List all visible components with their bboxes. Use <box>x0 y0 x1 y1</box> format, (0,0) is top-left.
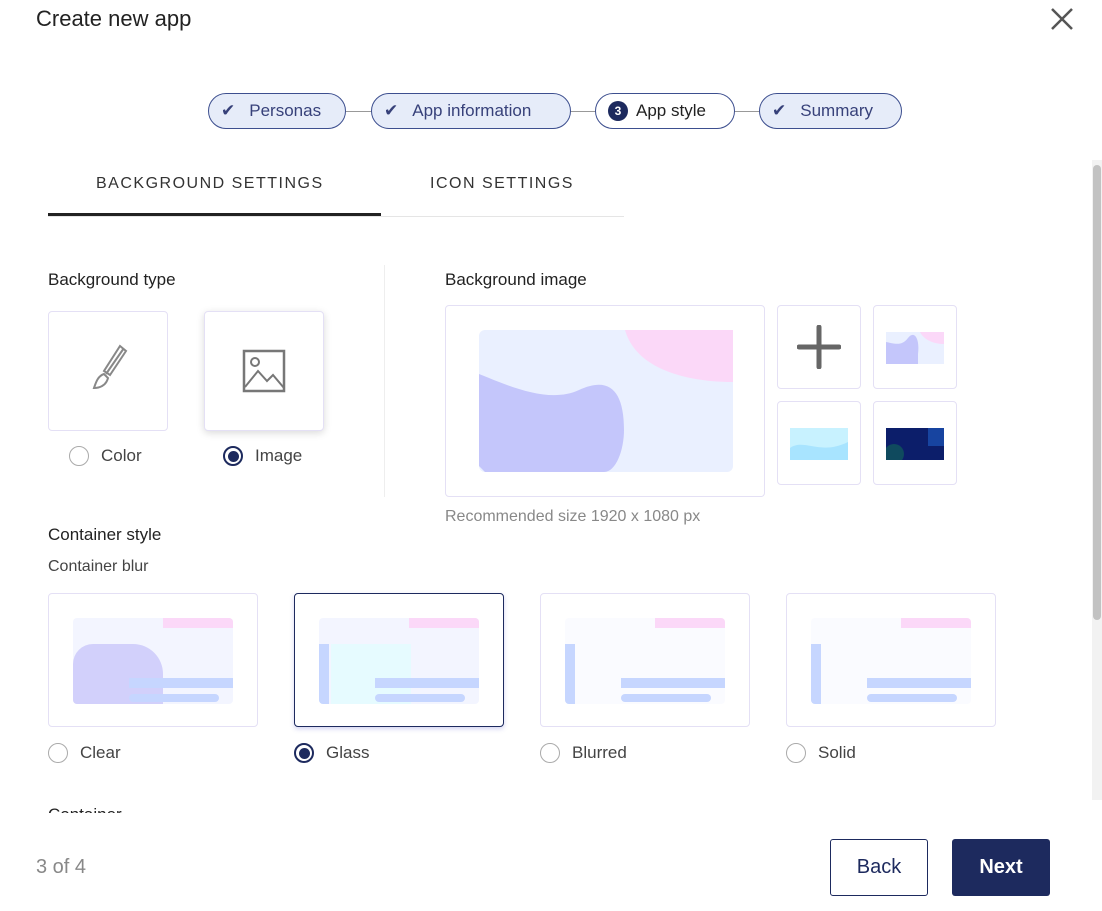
close-icon[interactable] <box>1048 5 1076 33</box>
radio-circle[interactable] <box>786 743 806 763</box>
check-icon: ✔ <box>772 101 787 120</box>
radio-label: Solid <box>818 743 856 762</box>
step-app-information[interactable]: ✔ App information <box>371 93 571 129</box>
step-number: 3 <box>608 101 628 121</box>
step-label: Personas <box>249 101 322 120</box>
glass-style-tile[interactable] <box>294 593 504 727</box>
radio-circle[interactable] <box>223 446 243 466</box>
radio-circle[interactable] <box>69 446 89 466</box>
clipped-heading: Container <box>48 800 248 813</box>
container-style-heading: Container style <box>48 525 162 544</box>
active-tab-indicator <box>48 213 381 216</box>
plus-icon <box>797 325 841 369</box>
image-thumbnail[interactable] <box>873 305 957 389</box>
step-label: Summary <box>800 101 873 120</box>
tab-background-settings[interactable]: BACKGROUND SETTINGS <box>96 175 324 193</box>
color-radio[interactable]: Color <box>69 446 142 466</box>
check-icon: ✔ <box>221 101 236 120</box>
next-button[interactable]: Next <box>952 839 1050 896</box>
step-label: App information <box>412 101 532 120</box>
image-type-tile[interactable] <box>204 311 324 431</box>
radio-label: Color <box>101 446 142 465</box>
solid-style-tile[interactable] <box>786 593 996 727</box>
add-image-button[interactable] <box>777 305 861 389</box>
blurred-radio[interactable]: Blurred <box>540 743 627 763</box>
scrollbar-thumb[interactable] <box>1093 165 1101 620</box>
stepper-connector <box>570 111 596 112</box>
stepper-connector <box>346 111 372 112</box>
clear-style-tile[interactable] <box>48 593 258 727</box>
glass-radio[interactable]: Glass <box>294 743 369 763</box>
step-personas[interactable]: ✔ Personas <box>208 93 346 129</box>
dialog-title: Create new app <box>36 6 192 31</box>
stepper-connector <box>734 111 760 112</box>
tab-icon-settings[interactable]: ICON SETTINGS <box>430 175 574 193</box>
section-divider <box>384 265 385 497</box>
solid-radio[interactable]: Solid <box>786 743 856 763</box>
clear-radio[interactable]: Clear <box>48 743 121 763</box>
preview-image <box>479 330 733 472</box>
recommended-size-hint: Recommended size 1920 x 1080 px <box>445 508 701 525</box>
color-type-tile[interactable] <box>48 311 168 431</box>
scrollbar[interactable] <box>1092 160 1102 800</box>
image-icon <box>242 349 286 393</box>
step-label: App style <box>636 101 706 120</box>
radio-circle[interactable] <box>48 743 68 763</box>
radio-label: Glass <box>326 743 370 762</box>
radio-circle[interactable] <box>540 743 560 763</box>
image-thumbnail[interactable] <box>777 401 861 485</box>
container-heading-partial: Container <box>48 805 122 813</box>
container-blur-subheading: Container blur <box>48 558 149 575</box>
back-button[interactable]: Back <box>830 839 928 896</box>
step-summary[interactable]: ✔ Summary <box>759 93 902 129</box>
background-image-preview <box>445 305 765 497</box>
image-radio[interactable]: Image <box>223 446 302 466</box>
radio-label: Image <box>255 446 303 465</box>
background-image-heading: Background image <box>445 270 587 289</box>
image-thumbnail[interactable] <box>873 401 957 485</box>
radio-label: Blurred <box>572 743 627 762</box>
background-type-heading: Background type <box>48 270 176 289</box>
radio-circle[interactable] <box>294 743 314 763</box>
blurred-style-tile[interactable] <box>540 593 750 727</box>
step-progress: 3 of 4 <box>36 856 87 878</box>
tabs-divider <box>48 216 624 217</box>
check-icon: ✔ <box>384 101 399 120</box>
step-app-style[interactable]: 3 App style <box>595 93 735 129</box>
paintbrush-icon <box>92 344 128 390</box>
radio-label: Clear <box>80 743 121 762</box>
